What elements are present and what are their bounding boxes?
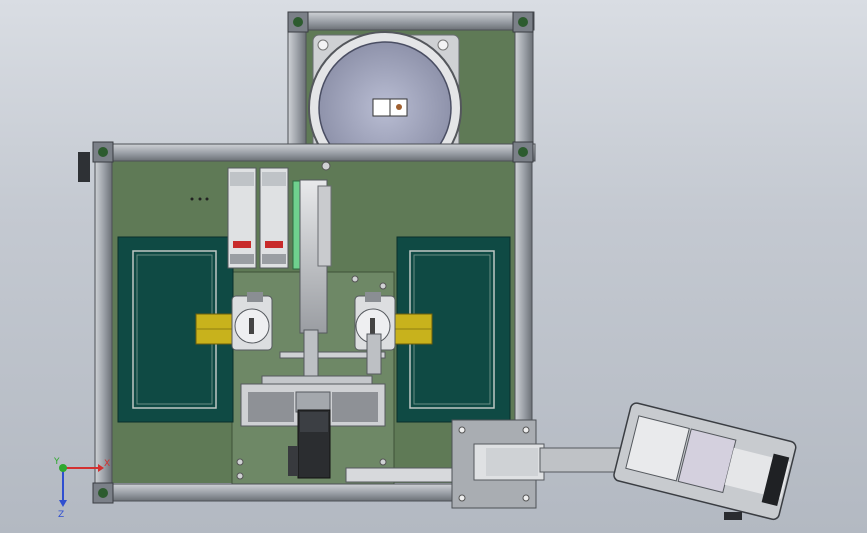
nozzle-unit-left[interactable]	[231, 292, 273, 351]
upper-frame-left-bar	[287, 11, 307, 163]
upper-frame-right-bar	[514, 11, 534, 163]
cad-viewport[interactable]: X Y Z	[0, 0, 867, 533]
dispenser-housing[interactable]	[613, 402, 797, 521]
controller-right[interactable]	[259, 167, 289, 269]
controller-left-display	[233, 241, 251, 248]
main-frame-top-bar	[94, 143, 536, 162]
main-frame-right-bar	[514, 143, 533, 425]
controller-left[interactable]	[227, 167, 257, 269]
upper-frame-top-bar	[287, 11, 535, 31]
main-frame-left-bar	[94, 143, 113, 502]
side-dispenser[interactable]	[451, 402, 797, 521]
lower-slide-bar	[345, 467, 467, 483]
axis-y-label: Y	[53, 457, 60, 467]
axis-z-label: Z	[58, 510, 64, 520]
axis-x-label: X	[104, 459, 110, 469]
controller-right-display	[265, 241, 283, 248]
